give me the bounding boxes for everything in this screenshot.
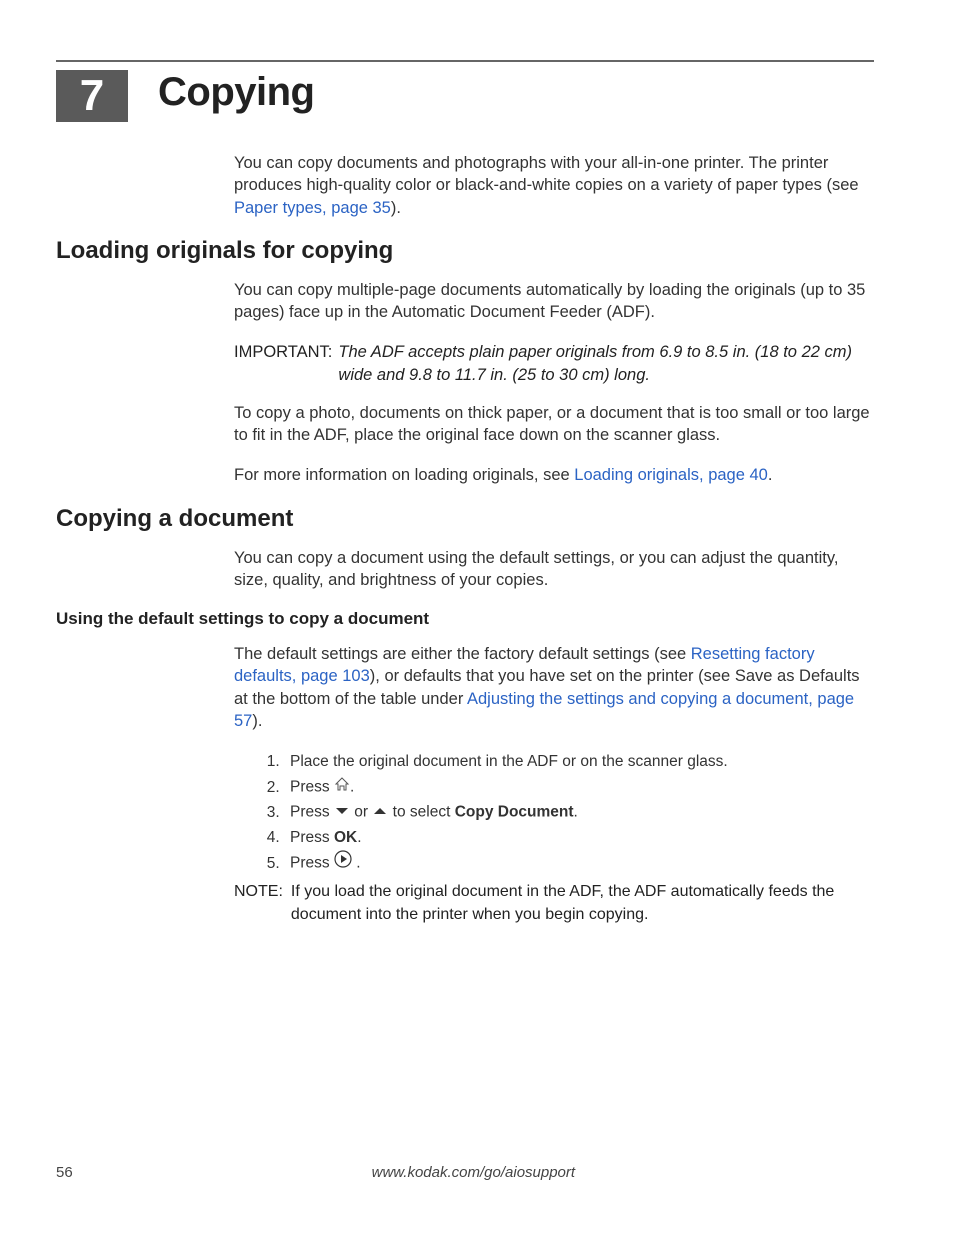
section2-p2-pre: The default settings are either the fact… (234, 645, 691, 663)
note-block: NOTE: If you load the original document … (234, 881, 874, 926)
paper-types-link[interactable]: Paper types, page 35 (234, 199, 391, 217)
intro-text-pre: You can copy documents and photographs w… (234, 154, 859, 194)
steps-list: Place the original document in the ADF o… (266, 750, 874, 877)
page-number: 56 (56, 1164, 73, 1181)
section2-heading: Copying a document (56, 505, 874, 533)
play-circle-icon (334, 850, 352, 877)
step-4-bold: OK (334, 829, 357, 846)
chapter-number-box: 7 (56, 70, 128, 122)
section2-sub-heading: Using the default settings to copy a doc… (56, 609, 874, 629)
step-5: Press . (284, 850, 874, 877)
step-4-post: . (357, 829, 361, 846)
step-5-pre: Press (290, 855, 334, 872)
important-text: The ADF accepts plain paper originals fr… (338, 341, 874, 386)
section1-p3-pre: For more information on loading original… (234, 466, 574, 484)
chapter-title: Copying (158, 70, 314, 115)
note-label: NOTE: (234, 881, 283, 926)
step-4: Press OK. (284, 826, 874, 851)
step-4-pre: Press (290, 829, 334, 846)
step-3-pre: Press (290, 804, 334, 821)
important-label: IMPORTANT: (234, 341, 332, 386)
step-1: Place the original document in the ADF o… (284, 750, 874, 775)
step-3-mid: or (350, 804, 372, 821)
section1-p3: For more information on loading original… (234, 464, 874, 486)
footer: 56 www.kodak.com/go/aiosupport (56, 1164, 874, 1181)
loading-originals-link[interactable]: Loading originals, page 40 (574, 466, 768, 484)
section1-p2: To copy a photo, documents on thick pape… (234, 402, 874, 447)
step-2-post: . (350, 779, 354, 796)
step-2: Press . (284, 775, 874, 800)
section2-p1: You can copy a document using the defaul… (234, 547, 874, 592)
section2-p2: The default settings are either the fact… (234, 643, 874, 732)
section2-p2-post: ). (252, 712, 262, 730)
chapter-number: 7 (80, 71, 104, 121)
section1-p1: You can copy multiple-page documents aut… (234, 279, 874, 324)
intro-text-post: ). (391, 199, 401, 217)
arrow-down-icon (334, 800, 350, 825)
important-block: IMPORTANT: The ADF accepts plain paper o… (234, 341, 874, 386)
step-1-text: Place the original document in the ADF o… (290, 753, 728, 770)
home-icon (334, 775, 350, 800)
intro-paragraph: You can copy documents and photographs w… (234, 152, 874, 219)
step-3-mid2: to select (388, 804, 454, 821)
step-3-post: . (574, 804, 578, 821)
section1-p3-post: . (768, 466, 773, 484)
step-3: Press or to select Copy Document. (284, 800, 874, 825)
step-3-bold: Copy Document (455, 804, 574, 821)
arrow-up-icon (372, 800, 388, 825)
top-rule (56, 60, 874, 62)
step-5-post: . (352, 855, 361, 872)
footer-url: www.kodak.com/go/aiosupport (73, 1164, 874, 1181)
step-2-pre: Press (290, 779, 334, 796)
note-text: If you load the original document in the… (291, 881, 874, 926)
chapter-header: 7 Copying (56, 70, 874, 122)
section1-heading: Loading originals for copying (56, 237, 874, 265)
